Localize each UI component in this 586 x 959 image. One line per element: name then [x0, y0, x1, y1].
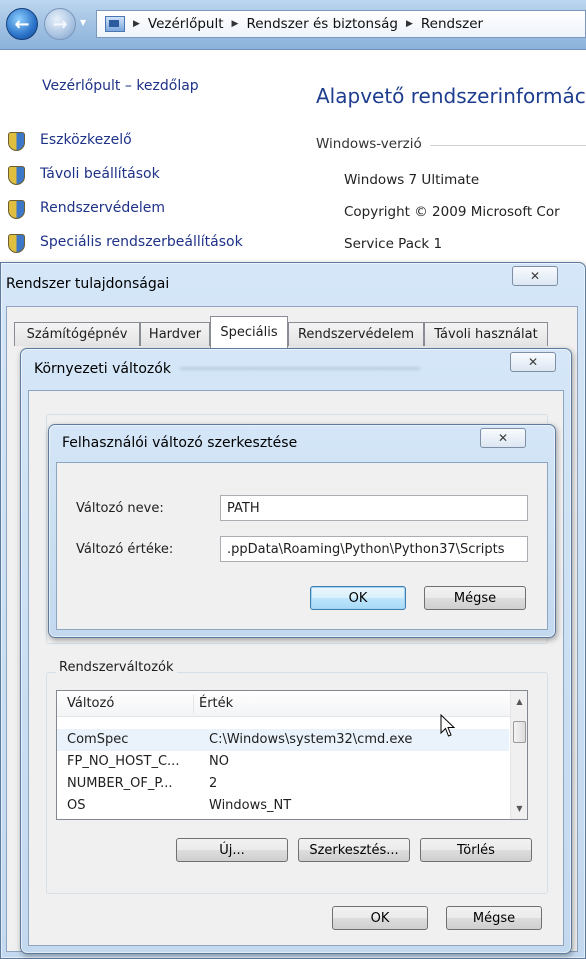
- control-panel-home-link[interactable]: Vezérlőpult – kezdőlap: [42, 78, 199, 94]
- address-box[interactable]: ▶ Vezérlőpult ▶ Rendszer és biztonság ▶ …: [96, 10, 586, 38]
- system-properties-title: Rendszer tulajdonságai: [6, 276, 170, 292]
- forward-button[interactable]: →: [44, 8, 76, 40]
- variable-value-input[interactable]: .ppData\Roaming\Python\Python37\Scripts: [220, 536, 528, 562]
- system-protection-link[interactable]: Rendszervédelem: [40, 200, 165, 216]
- variable-value: 2: [209, 776, 218, 791]
- section-divider: [430, 145, 586, 146]
- edit-variable-title: Felhasználói változó szerkesztése: [62, 435, 298, 451]
- env-ok-button[interactable]: OK: [332, 906, 428, 930]
- chevron-right-icon: ▶: [231, 19, 239, 29]
- scroll-thumb[interactable]: [513, 721, 526, 743]
- new-variable-button[interactable]: Új...: [176, 838, 288, 862]
- env-cancel-button[interactable]: Mégse: [446, 906, 542, 930]
- variable-name: FP_NO_HOST_C...: [67, 754, 180, 769]
- shield-icon: [8, 166, 25, 185]
- tab-advanced[interactable]: Speciális: [210, 316, 288, 348]
- variable-name: OS: [67, 798, 86, 813]
- breadcrumb-item[interactable]: Rendszer és biztonság: [246, 16, 398, 32]
- variable-value: C:\Windows\system32\cmd.exe: [209, 732, 413, 747]
- windows-edition: Windows 7 Ultimate: [344, 172, 480, 188]
- list-row[interactable]: OS Windows_NT: [57, 795, 509, 817]
- variable-name-input[interactable]: PATH: [220, 495, 528, 521]
- close-icon: ✕: [529, 269, 541, 283]
- variable-name-label: Változó neve:: [76, 501, 164, 516]
- breadcrumb-item[interactable]: Rendszer: [421, 16, 483, 32]
- tab-hardware[interactable]: Hardver: [140, 322, 210, 346]
- chevron-right-icon: ▶: [405, 19, 413, 29]
- variable-value: Windows_NT: [209, 798, 292, 813]
- variable-name: ComSpec: [67, 732, 129, 747]
- tab-system-protection[interactable]: Rendszervédelem: [288, 322, 424, 346]
- breadcrumb-item[interactable]: Vezérlőpult: [148, 16, 224, 32]
- arrow-right-icon: →: [52, 13, 68, 35]
- back-button[interactable]: ←: [6, 8, 38, 40]
- system-properties-close-button[interactable]: ✕: [512, 266, 558, 286]
- chevron-down-icon: ▼: [80, 18, 87, 27]
- control-panel-main: [300, 51, 586, 263]
- column-divider[interactable]: [193, 695, 194, 713]
- shield-icon: [8, 132, 25, 151]
- scroll-up-arrow-icon[interactable]: ▲: [511, 693, 527, 710]
- recent-pages-dropdown[interactable]: ▼: [80, 18, 86, 27]
- windows-edition-heading: Windows-verzió: [316, 136, 422, 152]
- remote-settings-link[interactable]: Távoli beállítások: [40, 166, 160, 182]
- close-icon: ✕: [497, 431, 509, 445]
- system-variables-label: Rendszerváltozók: [56, 660, 177, 675]
- delete-variable-button[interactable]: Törlés: [420, 838, 532, 862]
- variable-value: NO: [209, 754, 229, 769]
- variable-name: NUMBER_OF_P...: [67, 776, 173, 791]
- shield-icon: [8, 234, 25, 253]
- mouse-cursor-icon: [440, 714, 456, 737]
- copyright-text: Copyright © 2009 Microsoft Cor: [344, 204, 560, 220]
- variable-value-label: Változó értéke:: [76, 542, 174, 557]
- device-manager-link[interactable]: Eszközkezelő: [40, 132, 132, 148]
- column-header-value[interactable]: Érték: [199, 696, 233, 711]
- environment-variables-close-button[interactable]: ✕: [510, 352, 556, 372]
- scroll-down-arrow-icon[interactable]: ▼: [511, 800, 527, 817]
- edit-variable-button[interactable]: Szerkesztés...: [298, 838, 410, 862]
- edit-ok-button[interactable]: OK: [310, 586, 406, 610]
- arrow-left-icon: ←: [14, 13, 30, 35]
- advanced-system-settings-link[interactable]: Speciális rendszerbeállítások: [40, 234, 243, 250]
- blurred-background-text: [180, 363, 420, 373]
- column-header-variable[interactable]: Változó: [67, 696, 114, 711]
- list-row[interactable]: FP_NO_HOST_C... NO: [57, 751, 509, 773]
- control-panel-icon: [105, 16, 125, 32]
- environment-variables-title: Környezeti változók: [34, 361, 171, 377]
- service-pack: Service Pack 1: [344, 236, 443, 252]
- edit-variable-close-button[interactable]: ✕: [480, 428, 526, 448]
- blur-streak: [180, 367, 420, 370]
- list-header: Változó Érték: [57, 691, 527, 717]
- tab-computer-name[interactable]: Számítógépnév: [14, 322, 140, 346]
- system-variables-list[interactable]: Változó Érték ComSpec C:\Windows\system3…: [56, 690, 528, 820]
- edit-cancel-button[interactable]: Mégse: [424, 586, 526, 610]
- page-title: Alapvető rendszerinformáci: [316, 84, 586, 108]
- list-scrollbar[interactable]: ▲ ▼: [510, 691, 527, 819]
- shield-icon: [8, 200, 25, 219]
- close-icon: ✕: [527, 355, 539, 369]
- list-row[interactable]: NUMBER_OF_P... 2: [57, 773, 509, 795]
- tab-remote[interactable]: Távoli használat: [424, 322, 548, 346]
- chevron-right-icon: ▶: [133, 19, 140, 29]
